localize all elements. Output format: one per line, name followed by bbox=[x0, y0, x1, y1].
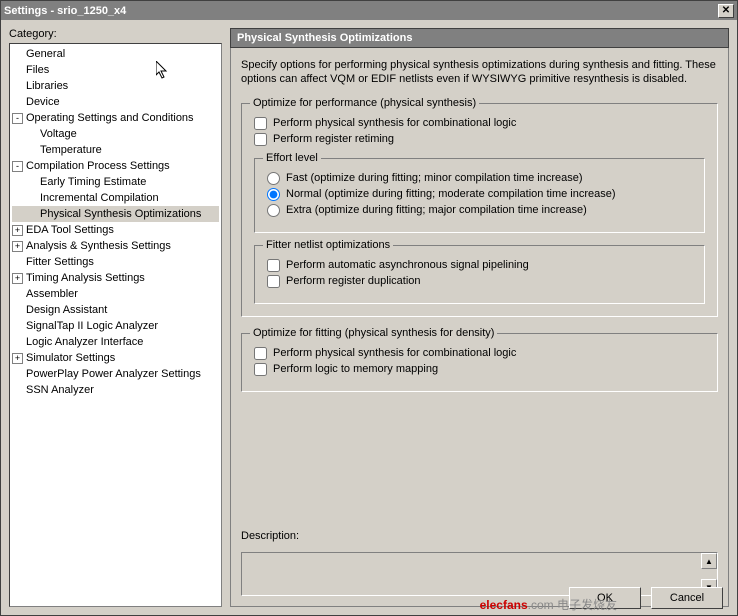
group-optimize-performance: Optimize for performance (physical synth… bbox=[241, 103, 718, 317]
tree-toggle-icon[interactable]: + bbox=[12, 353, 23, 364]
checkbox-input[interactable] bbox=[254, 133, 267, 146]
tree-item-label: Logic Analyzer Interface bbox=[26, 336, 143, 348]
tree-item[interactable]: +Timing Analysis Settings bbox=[12, 270, 219, 286]
tree-toggle-icon[interactable]: + bbox=[12, 273, 23, 284]
tree-item-label: Libraries bbox=[26, 80, 68, 92]
panel-intro: Specify options for performing physical … bbox=[241, 58, 718, 87]
checkbox-input[interactable] bbox=[254, 117, 267, 130]
chk-combinational-logic[interactable]: Perform physical synthesis for combinati… bbox=[254, 117, 705, 130]
checkbox-input[interactable] bbox=[254, 363, 267, 376]
tree-item-label: Simulator Settings bbox=[26, 352, 115, 364]
chk-register-duplication[interactable]: Perform register duplication bbox=[267, 275, 692, 288]
checkbox-input[interactable] bbox=[267, 275, 280, 288]
checkbox-input[interactable] bbox=[254, 347, 267, 360]
checkbox-input[interactable] bbox=[267, 259, 280, 272]
tree-item[interactable]: SSN Analyzer bbox=[12, 382, 219, 398]
radio-label: Extra (optimize during fitting; major co… bbox=[286, 204, 587, 216]
tree-item-label: Physical Synthesis Optimizations bbox=[40, 208, 201, 220]
chk-combinational-logic-fit[interactable]: Perform physical synthesis for combinati… bbox=[254, 347, 705, 360]
tree-item-label: Temperature bbox=[40, 144, 102, 156]
tree-toggle-icon[interactable]: + bbox=[12, 225, 23, 236]
radio-input[interactable] bbox=[267, 204, 280, 217]
tree-item[interactable]: +Analysis & Synthesis Settings bbox=[12, 238, 219, 254]
category-label: Category: bbox=[9, 28, 222, 40]
legend-effort: Effort level bbox=[263, 152, 321, 164]
checkbox-label: Perform physical synthesis for combinati… bbox=[273, 347, 516, 359]
tree-item-label: General bbox=[26, 48, 65, 60]
category-tree[interactable]: GeneralFilesLibrariesDevice-Operating Se… bbox=[9, 43, 222, 607]
checkbox-label: Perform register duplication bbox=[286, 275, 421, 287]
radio-fast[interactable]: Fast (optimize during fitting; minor com… bbox=[267, 172, 692, 185]
cancel-button[interactable]: Cancel bbox=[651, 587, 723, 609]
chk-register-retiming[interactable]: Perform register retiming bbox=[254, 133, 705, 146]
tree-item-label: SSN Analyzer bbox=[26, 384, 94, 396]
tree-item-label: Timing Analysis Settings bbox=[26, 272, 145, 284]
group-optimize-fitting: Optimize for fitting (physical synthesis… bbox=[241, 333, 718, 392]
tree-item[interactable]: Fitter Settings bbox=[12, 254, 219, 270]
group-fitter-netlist: Fitter netlist optimizations Perform aut… bbox=[254, 245, 705, 304]
radio-label: Fast (optimize during fitting; minor com… bbox=[286, 172, 583, 184]
tree-item[interactable]: -Compilation Process Settings bbox=[12, 158, 219, 174]
window-title: Settings - srio_1250_x4 bbox=[4, 5, 126, 17]
tree-item-label: SignalTap II Logic Analyzer bbox=[26, 320, 158, 332]
tree-item-label: Analysis & Synthesis Settings bbox=[26, 240, 171, 252]
checkbox-label: Perform logic to memory mapping bbox=[273, 363, 438, 375]
legend-fitting: Optimize for fitting (physical synthesis… bbox=[250, 327, 497, 339]
radio-normal[interactable]: Normal (optimize during fitting; moderat… bbox=[267, 188, 692, 201]
radio-label: Normal (optimize during fitting; moderat… bbox=[286, 188, 616, 200]
tree-item[interactable]: Assembler bbox=[12, 286, 219, 302]
legend-performance: Optimize for performance (physical synth… bbox=[250, 97, 479, 109]
tree-item[interactable]: +Simulator Settings bbox=[12, 350, 219, 366]
tree-toggle-icon[interactable]: - bbox=[12, 113, 23, 124]
tree-item-label: Design Assistant bbox=[26, 304, 107, 316]
tree-item-label: EDA Tool Settings bbox=[26, 224, 114, 236]
checkbox-label: Perform automatic asynchronous signal pi… bbox=[286, 259, 529, 271]
tree-item-label: Voltage bbox=[40, 128, 77, 140]
tree-item-label: Incremental Compilation bbox=[40, 192, 159, 204]
tree-item[interactable]: -Operating Settings and Conditions bbox=[12, 110, 219, 126]
checkbox-label: Perform register retiming bbox=[273, 133, 394, 145]
tree-item-label: PowerPlay Power Analyzer Settings bbox=[26, 368, 201, 380]
settings-window: Settings - srio_1250_x4 ✕ Category: Gene… bbox=[0, 0, 738, 616]
tree-item-label: Operating Settings and Conditions bbox=[26, 112, 194, 124]
tree-item-label: Fitter Settings bbox=[26, 256, 94, 268]
tree-item[interactable]: +EDA Tool Settings bbox=[12, 222, 219, 238]
group-effort-level: Effort level Fast (optimize during fitti… bbox=[254, 158, 705, 233]
watermark-brand: elecfans bbox=[480, 598, 528, 612]
checkbox-label: Perform physical synthesis for combinati… bbox=[273, 117, 516, 129]
close-button[interactable]: ✕ bbox=[718, 4, 734, 18]
radio-input[interactable] bbox=[267, 172, 280, 185]
tree-item[interactable]: Early Timing Estimate bbox=[12, 174, 219, 190]
panel-title: Physical Synthesis Optimizations bbox=[230, 28, 729, 48]
radio-extra[interactable]: Extra (optimize during fitting; major co… bbox=[267, 204, 692, 217]
tree-item[interactable]: Logic Analyzer Interface bbox=[12, 334, 219, 350]
tree-item-label: Files bbox=[26, 64, 49, 76]
tree-item-label: Device bbox=[26, 96, 60, 108]
tree-toggle-icon[interactable]: - bbox=[12, 161, 23, 172]
titlebar: Settings - srio_1250_x4 ✕ bbox=[1, 1, 737, 20]
tree-item-label: Compilation Process Settings bbox=[26, 160, 170, 172]
tree-item[interactable]: Device bbox=[12, 94, 219, 110]
description-label: Description: bbox=[241, 530, 718, 542]
radio-input[interactable] bbox=[267, 188, 280, 201]
watermark: elecfans.com 电子发烧友 bbox=[480, 596, 617, 613]
tree-item[interactable]: Incremental Compilation bbox=[12, 190, 219, 206]
legend-fitter: Fitter netlist optimizations bbox=[263, 239, 393, 251]
tree-toggle-icon[interactable]: + bbox=[12, 241, 23, 252]
scroll-up-icon[interactable]: ▲ bbox=[701, 553, 717, 569]
tree-item[interactable]: Libraries bbox=[12, 78, 219, 94]
tree-item[interactable]: Voltage bbox=[12, 126, 219, 142]
tree-item-label: Assembler bbox=[26, 288, 78, 300]
tree-item[interactable]: Files bbox=[12, 62, 219, 78]
chk-logic-memory-mapping[interactable]: Perform logic to memory mapping bbox=[254, 363, 705, 376]
tree-item[interactable]: SignalTap II Logic Analyzer bbox=[12, 318, 219, 334]
chk-async-pipelining[interactable]: Perform automatic asynchronous signal pi… bbox=[267, 259, 692, 272]
tree-item-label: Early Timing Estimate bbox=[40, 176, 146, 188]
tree-item[interactable]: PowerPlay Power Analyzer Settings bbox=[12, 366, 219, 382]
tree-item[interactable]: Design Assistant bbox=[12, 302, 219, 318]
tree-item[interactable]: Temperature bbox=[12, 142, 219, 158]
watermark-suffix: .com 电子发烧友 bbox=[528, 598, 617, 612]
tree-item[interactable]: Physical Synthesis Optimizations bbox=[12, 206, 219, 222]
tree-item[interactable]: General bbox=[12, 46, 219, 62]
